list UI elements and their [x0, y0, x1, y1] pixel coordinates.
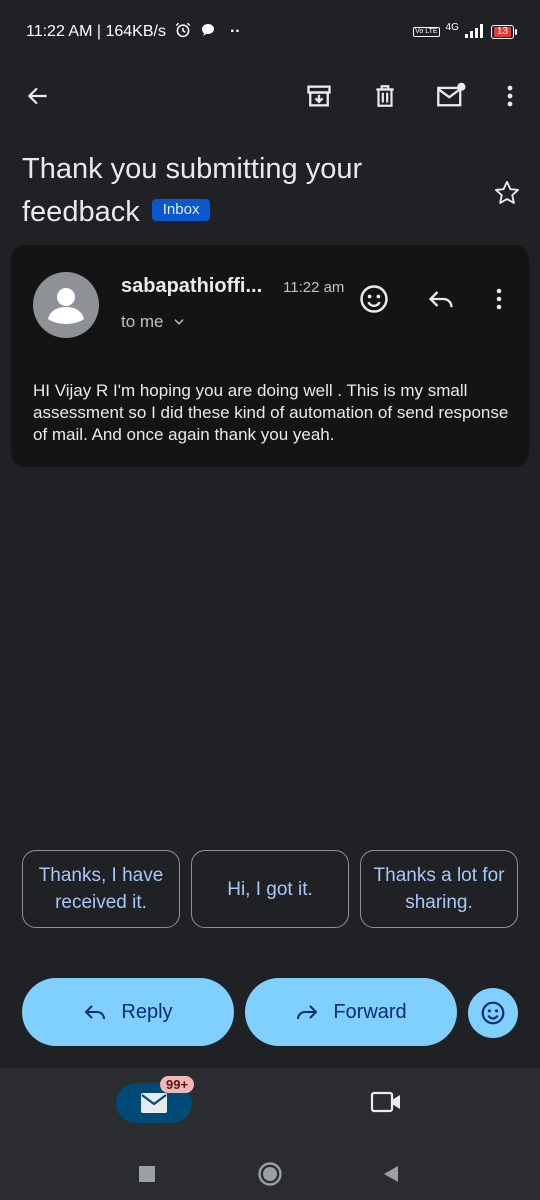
- bottom-nav: 99+: [0, 1068, 540, 1148]
- archive-button[interactable]: [301, 78, 337, 114]
- toolbar: [0, 72, 540, 120]
- status-more-dots: ··: [229, 23, 241, 40]
- recents-button[interactable]: [129, 1156, 165, 1192]
- add-reaction-button[interactable]: [356, 281, 392, 317]
- mark-unread-button[interactable]: [433, 78, 469, 114]
- mail-icon: [141, 1093, 167, 1113]
- status-bar: 11:22 AM | 164KB/s ·· Vo LTE 4G 13: [0, 0, 540, 64]
- alarm-icon: [174, 21, 192, 44]
- back-button[interactable]: [20, 78, 56, 114]
- status-time: 11:22 AM | 164KB/s: [26, 23, 166, 40]
- smart-reply-3[interactable]: Thanks a lot for sharing.: [360, 850, 518, 928]
- star-button[interactable]: [490, 176, 524, 210]
- smart-reply-2[interactable]: Hi, I got it.: [191, 850, 349, 928]
- email-time: 11:22 am: [283, 279, 345, 296]
- smart-reply-1[interactable]: Thanks, I have received it.: [22, 850, 180, 928]
- triangle-back-icon: [384, 1166, 398, 1182]
- recipient-toggle[interactable]: to me: [121, 312, 186, 332]
- meet-tab[interactable]: [366, 1084, 406, 1120]
- inbox-label[interactable]: Inbox: [151, 199, 211, 222]
- reply-icon: [85, 1005, 106, 1020]
- battery-level: 13: [493, 27, 511, 37]
- star-icon: [494, 180, 520, 204]
- delete-button[interactable]: [367, 78, 403, 114]
- react-button[interactable]: [468, 988, 518, 1038]
- mark-unread-icon: [437, 82, 466, 107]
- back-nav-button[interactable]: [373, 1156, 409, 1192]
- unread-count-badge: 99+: [160, 1076, 195, 1093]
- more-vert-icon: [496, 288, 502, 310]
- reply-icon: [428, 291, 453, 308]
- forward-button[interactable]: Forward: [245, 978, 457, 1046]
- volte-indicator: Vo LTE: [413, 27, 440, 37]
- video-camera-icon: [370, 1091, 400, 1113]
- card-more-button[interactable]: [481, 281, 517, 317]
- battery-icon: 13: [490, 25, 518, 39]
- message-card: sabapathioffi... 11:22 am to me HI Vijay…: [11, 245, 529, 467]
- forward-label: Forward: [333, 1000, 407, 1023]
- trash-icon: [376, 85, 394, 107]
- email-subject: Thank you submitting your feedback Inbox: [22, 148, 462, 234]
- reply-button[interactable]: Reply: [22, 978, 234, 1046]
- circle-icon: [258, 1162, 282, 1186]
- archive-icon: [307, 85, 331, 107]
- network-type: 4G: [445, 21, 459, 33]
- back-arrow-icon: [27, 87, 47, 105]
- forward-icon: [297, 1005, 318, 1020]
- more-vert-icon: [507, 85, 513, 107]
- chevron-down-icon: [173, 319, 184, 325]
- signal-icon: [464, 23, 485, 41]
- square-icon: [139, 1166, 155, 1182]
- chat-bubble-icon: [200, 22, 216, 43]
- card-reply-button[interactable]: [423, 281, 459, 317]
- email-body: HI Vijay R I'm hoping you are doing well…: [33, 381, 509, 444]
- home-button[interactable]: [252, 1156, 288, 1192]
- emoji-icon: [360, 285, 388, 313]
- recipient-label: to me: [121, 312, 164, 331]
- system-nav: [0, 1148, 540, 1200]
- reply-label: Reply: [121, 1000, 173, 1023]
- sender-name[interactable]: sabapathioffi...: [121, 275, 262, 298]
- more-options-button[interactable]: [492, 78, 528, 114]
- sender-avatar[interactable]: [33, 272, 99, 338]
- emoji-icon: [481, 1001, 505, 1025]
- person-icon: [48, 288, 84, 324]
